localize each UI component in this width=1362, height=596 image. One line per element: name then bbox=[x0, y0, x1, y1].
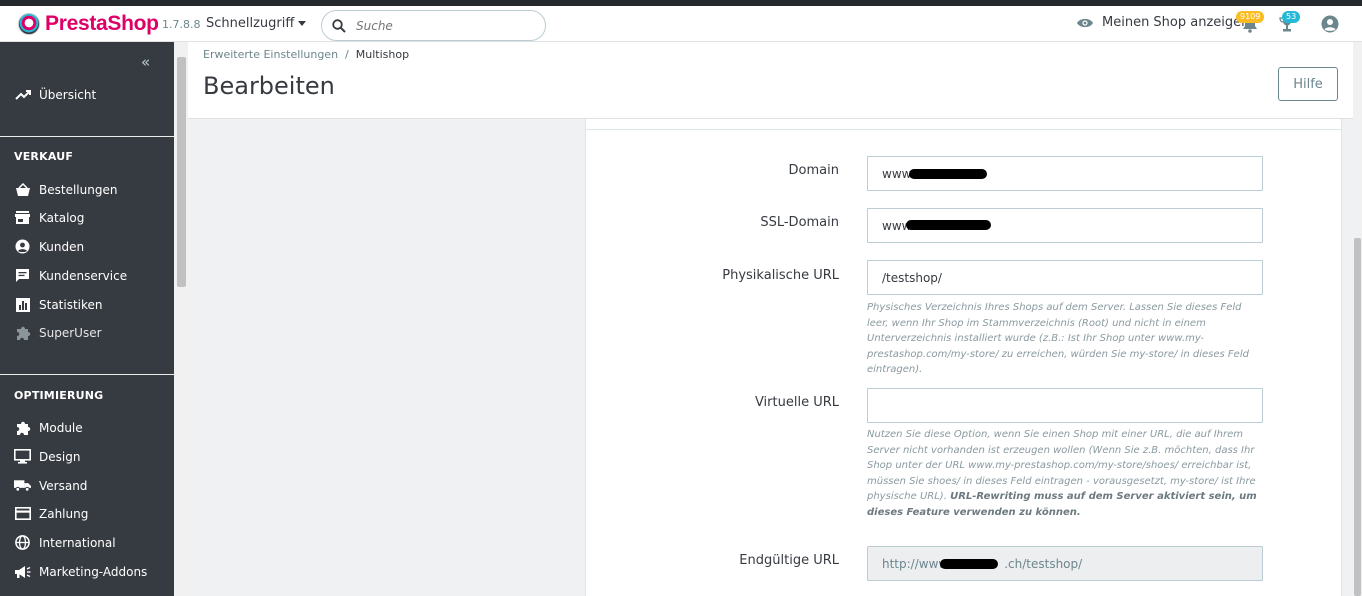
sidebar-divider bbox=[0, 136, 174, 137]
sidebar-item-payment[interactable]: Zahlung bbox=[14, 505, 88, 522]
sidebar-item-label: Kunden bbox=[39, 239, 85, 254]
sidebar-item-customer-service[interactable]: Kundenservice bbox=[14, 267, 127, 284]
sidebar-section-title: VERKAUF bbox=[14, 150, 74, 163]
sidebar-item-superuser[interactable]: SuperUser bbox=[14, 324, 102, 341]
breadcrumb-current: Multishop bbox=[355, 48, 410, 61]
sidebar-item-marketing-addons[interactable]: Marketing-Addons bbox=[14, 563, 147, 580]
sidebar-item-label: International bbox=[39, 535, 116, 550]
truck-icon bbox=[14, 477, 31, 494]
user-menu-button[interactable] bbox=[1321, 15, 1339, 37]
search-input[interactable] bbox=[356, 18, 526, 33]
view-shop-label: Meinen Shop anzeigen bbox=[1102, 15, 1250, 30]
sidebar-item-label: Kundenservice bbox=[39, 268, 128, 283]
collapse-sidebar-icon[interactable]: « bbox=[141, 53, 150, 71]
monitor-icon bbox=[14, 448, 31, 465]
store-icon bbox=[14, 209, 31, 226]
sidebar-item-label: Versand bbox=[39, 478, 88, 493]
domain-label: Domain bbox=[788, 163, 839, 178]
account-circle-icon bbox=[1321, 15, 1339, 33]
sidebar-item-design[interactable]: Design bbox=[14, 448, 80, 465]
sidebar-item-shipping[interactable]: Versand bbox=[14, 477, 87, 494]
logo-text: PrestaShop bbox=[45, 12, 159, 35]
physical-url-label: Physikalische URL bbox=[722, 268, 839, 283]
physical-url-help-text: Physisches Verzeichnis Ihres Shops auf d… bbox=[867, 302, 1249, 375]
sidebar-item-label: Statistiken bbox=[39, 297, 103, 312]
help-button[interactable]: Hilfe bbox=[1278, 67, 1338, 101]
main-scrollbar-thumb[interactable] bbox=[1354, 238, 1361, 596]
sidebar-section-title: OPTIMIERUNG bbox=[14, 389, 104, 402]
breadcrumb-separator: / bbox=[345, 48, 349, 61]
sidebar-item-label: Zahlung bbox=[39, 506, 89, 521]
caret-down-icon bbox=[298, 21, 307, 26]
sidebar-item-modules[interactable]: Module bbox=[14, 419, 83, 436]
sidebar-item-customers[interactable]: Kunden bbox=[14, 238, 84, 255]
virtual-url-label: Virtuelle URL bbox=[754, 395, 839, 410]
breadcrumb-link[interactable]: Erweiterte Einstellungen bbox=[203, 48, 338, 61]
quick-access-dropdown[interactable]: Schnellzugriff bbox=[206, 16, 307, 31]
credit-card-icon bbox=[14, 505, 31, 522]
puzzle-icon bbox=[14, 419, 31, 436]
sidebar: « Übersicht VERKAUF Bestellungen Katalog… bbox=[0, 42, 174, 596]
panel-divider bbox=[586, 129, 1341, 130]
achievement-badge: 53 bbox=[1282, 11, 1301, 23]
prestashop-logo[interactable]: PrestaShop bbox=[18, 12, 159, 36]
eye-icon bbox=[1077, 18, 1093, 27]
notifications-button[interactable]: 9109 bbox=[1236, 11, 1265, 37]
top-header: PrestaShop 1.7.8.8 Schnellzugriff Meinen… bbox=[0, 6, 1362, 42]
sidebar-item-orders[interactable]: Bestellungen bbox=[14, 181, 117, 198]
sidebar-item-label: Module bbox=[39, 420, 83, 435]
globe-icon bbox=[14, 534, 31, 551]
virtual-url-input[interactable] bbox=[867, 388, 1263, 423]
sidebar-item-overview[interactable]: Übersicht bbox=[14, 86, 96, 103]
shop-url-form-panel: Domain www. SSL-Domain www Physikalische… bbox=[585, 119, 1342, 596]
sidebar-item-label: Design bbox=[39, 449, 81, 464]
search-icon bbox=[332, 18, 346, 33]
trending-up-icon bbox=[14, 86, 31, 103]
basket-icon bbox=[14, 181, 31, 198]
chat-icon bbox=[14, 267, 31, 284]
ssl-domain-label: SSL-Domain bbox=[760, 215, 839, 230]
redaction-mark bbox=[940, 559, 998, 569]
account-circle-icon bbox=[14, 238, 31, 255]
sidebar-item-label: Bestellungen bbox=[39, 182, 118, 197]
redaction-mark bbox=[906, 220, 991, 230]
virtual-url-help-text: Nutzen Sie diese Option, wenn Sie einen … bbox=[867, 427, 1263, 520]
sidebar-item-label: Übersicht bbox=[39, 87, 97, 102]
bar-chart-icon bbox=[14, 296, 31, 313]
final-url-suffix: .ch/testshop/ bbox=[1004, 556, 1083, 571]
sidebar-item-statistics[interactable]: Statistiken bbox=[14, 296, 103, 313]
final-url-prefix: http://www bbox=[882, 556, 949, 571]
physical-url-input[interactable]: /testshop/ bbox=[867, 260, 1263, 295]
final-url-field: http://www .ch/testshop/ bbox=[867, 546, 1263, 581]
version-label: 1.7.8.8 bbox=[162, 18, 201, 31]
view-shop-link[interactable]: Meinen Shop anzeigen bbox=[1076, 15, 1249, 30]
page-title: Bearbeiten bbox=[203, 72, 335, 100]
quick-access-label: Schnellzugriff bbox=[206, 16, 295, 31]
sidebar-scrollbar-thumb[interactable] bbox=[177, 57, 186, 287]
puzzle-icon bbox=[14, 324, 31, 341]
notification-badge: 9109 bbox=[1236, 11, 1265, 23]
sidebar-item-label: Katalog bbox=[39, 210, 85, 225]
breadcrumb: Erweiterte Einstellungen / Multishop bbox=[203, 48, 409, 61]
sidebar-item-label: Marketing-Addons bbox=[39, 564, 148, 579]
search-box[interactable] bbox=[321, 10, 546, 41]
sidebar-divider bbox=[0, 374, 174, 375]
physical-url-value: /testshop/ bbox=[882, 270, 942, 285]
prestashop-logo-icon bbox=[18, 13, 40, 35]
achievements-button[interactable]: 53 bbox=[1279, 11, 1301, 37]
megaphone-icon bbox=[14, 563, 31, 580]
sidebar-item-catalog[interactable]: Katalog bbox=[14, 209, 84, 226]
sidebar-item-label: SuperUser bbox=[39, 325, 102, 340]
page-toolbar: Erweiterte Einstellungen / Multishop Bearb… bbox=[188, 42, 1353, 119]
final-url-label: Endgültige URL bbox=[739, 553, 839, 568]
sidebar-item-international[interactable]: International bbox=[14, 534, 116, 551]
redaction-mark bbox=[909, 169, 987, 179]
